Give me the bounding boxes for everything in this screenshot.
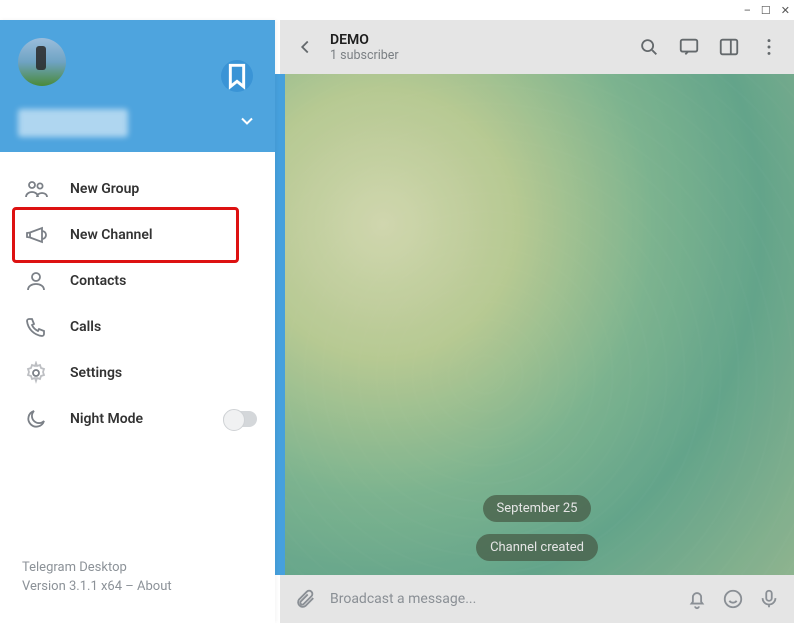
emoji-icon[interactable]	[722, 588, 744, 610]
menu-contacts[interactable]: Contacts	[0, 258, 275, 304]
menu-night-mode[interactable]: Night Mode	[0, 396, 275, 442]
menu-settings[interactable]: Settings	[0, 350, 275, 396]
compose-input[interactable]	[330, 591, 672, 607]
menu-label: Night Mode	[70, 411, 143, 427]
menu-label: Settings	[70, 365, 122, 381]
comments-icon[interactable]	[678, 36, 700, 58]
compose-bar	[280, 575, 794, 623]
window-titlebar: – ☐ ✕	[0, 0, 798, 20]
moon-icon	[24, 407, 48, 431]
voice-icon[interactable]	[758, 588, 780, 610]
chevron-down-icon[interactable]	[237, 111, 257, 135]
menu-label: New Channel	[70, 227, 153, 243]
drawer-footer: Telegram Desktop Version 3.1.1 x64 – Abo…	[0, 559, 275, 623]
window-maximize-button[interactable]: ☐	[761, 4, 771, 17]
menu-new-group[interactable]: New Group	[0, 166, 275, 212]
window-close-button[interactable]: ✕	[781, 4, 790, 17]
window-minimize-button[interactable]: –	[744, 4, 751, 17]
gear-icon	[24, 361, 48, 385]
drawer-menu: New Group New Channel Contacts Calls Set…	[0, 152, 275, 559]
chat-subtitle: 1 subscriber	[330, 48, 624, 63]
chat-title: DEMO	[330, 32, 624, 48]
saved-messages-icon[interactable]	[221, 60, 253, 92]
menu-calls[interactable]: Calls	[0, 304, 275, 350]
night-mode-toggle[interactable]	[223, 411, 257, 427]
app-name: Telegram Desktop	[22, 559, 253, 578]
back-arrow-icon[interactable]	[294, 36, 316, 58]
avatar[interactable]	[18, 38, 66, 86]
group-icon	[24, 177, 48, 201]
date-chip: September 25	[483, 495, 592, 522]
drawer-header	[0, 20, 275, 152]
menu-label: Contacts	[70, 273, 126, 289]
event-chip: Channel created	[476, 534, 598, 561]
menu-label: New Group	[70, 181, 139, 197]
main-menu-drawer: New Group New Channel Contacts Calls Set…	[0, 20, 275, 623]
about-link[interactable]: About	[137, 579, 172, 594]
chat-title-block[interactable]: DEMO 1 subscriber	[330, 32, 624, 63]
notifications-icon[interactable]	[686, 588, 708, 610]
menu-new-channel[interactable]: New Channel	[0, 212, 275, 258]
chat-panel: DEMO 1 subscriber September 2	[280, 20, 794, 623]
phone-icon	[24, 315, 48, 339]
megaphone-icon	[24, 223, 48, 247]
more-icon[interactable]	[758, 36, 780, 58]
menu-label: Calls	[70, 319, 101, 335]
chat-list-strip	[275, 74, 285, 575]
chat-body: September 25 Channel created	[280, 74, 794, 575]
search-icon[interactable]	[638, 36, 660, 58]
person-icon	[24, 269, 48, 293]
app-version-line: Version 3.1.1 x64 – About	[22, 578, 253, 597]
attach-icon[interactable]	[294, 588, 316, 610]
account-name	[18, 109, 128, 137]
chat-header: DEMO 1 subscriber	[280, 20, 794, 74]
side-panel-icon[interactable]	[718, 36, 740, 58]
